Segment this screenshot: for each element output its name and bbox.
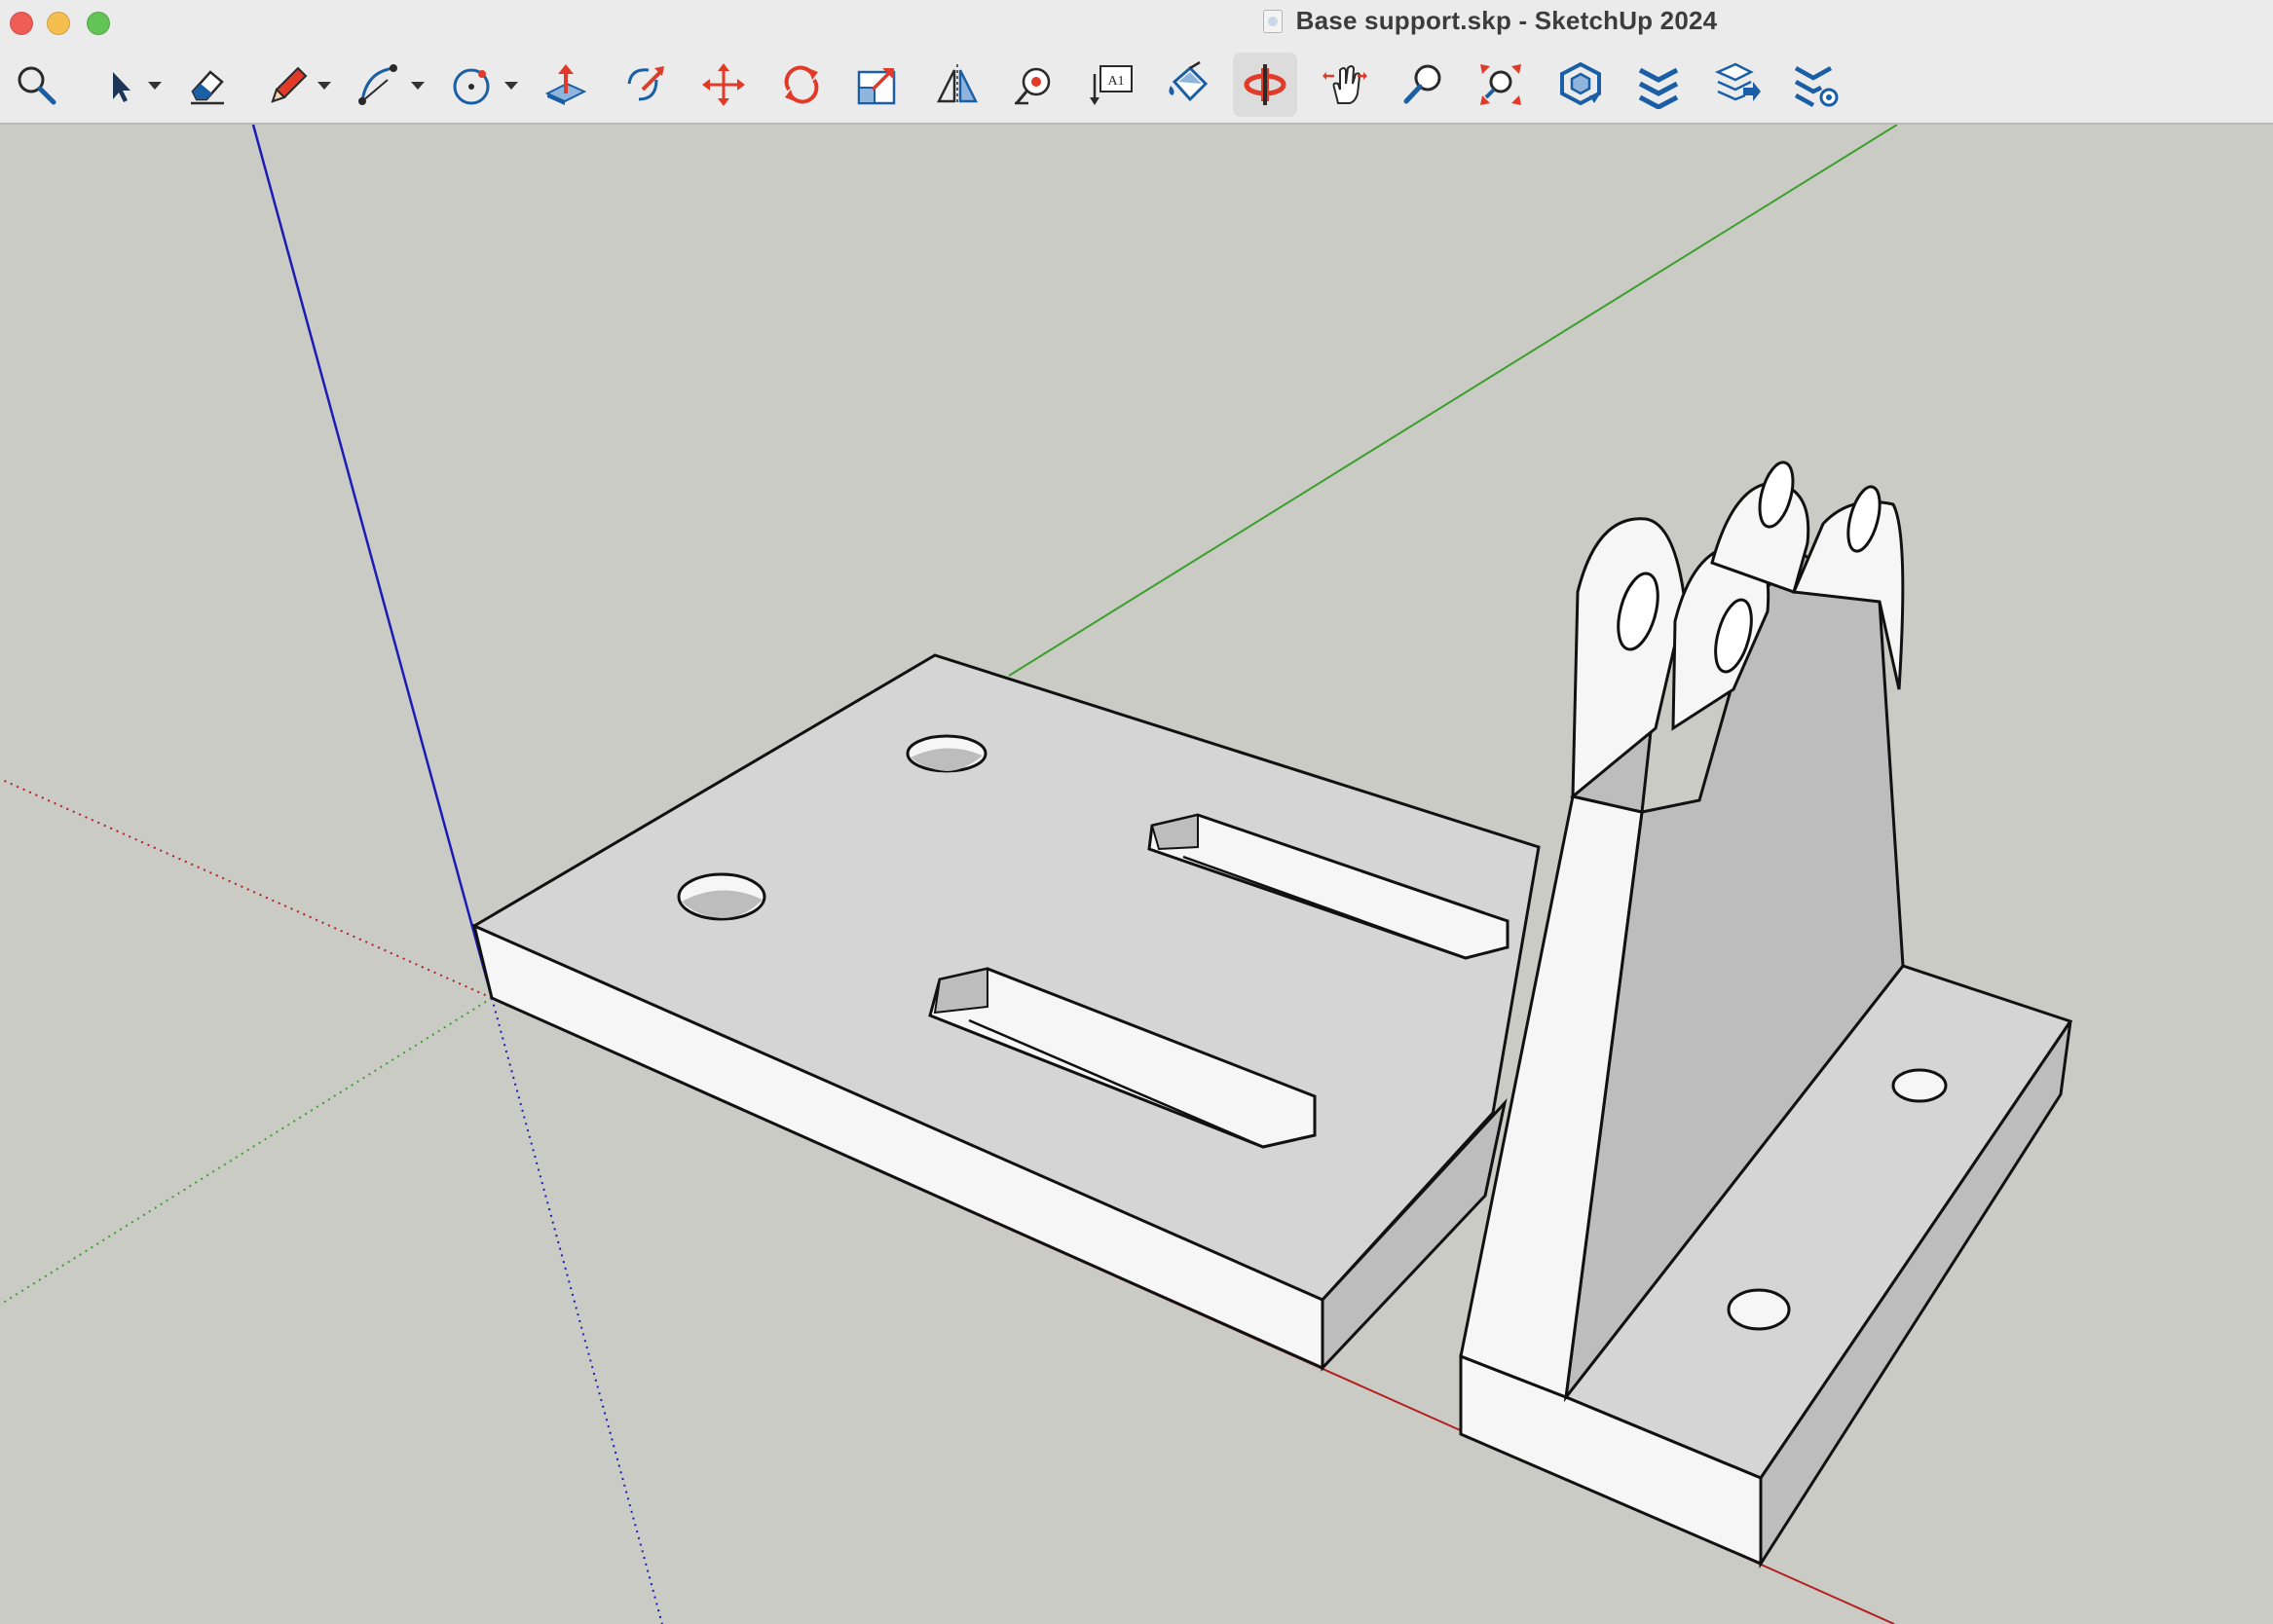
shapes-dropdown[interactable] — [504, 82, 518, 90]
scale-tool[interactable] — [845, 53, 910, 117]
paint-bucket-tool[interactable] — [1157, 53, 1221, 117]
extension-warehouse-icon — [1638, 67, 1679, 109]
blue-axis-negative — [491, 997, 663, 1624]
follow-me-icon — [627, 66, 664, 101]
text-tool[interactable]: A1 — [1079, 53, 1143, 117]
flip-icon — [936, 64, 979, 105]
close-button[interactable] — [10, 12, 33, 35]
paint-bucket-icon — [1169, 60, 1209, 102]
document-icon — [1262, 9, 1283, 33]
tape-measure-tool[interactable] — [1001, 53, 1065, 117]
green-axis-negative — [0, 997, 493, 1306]
scale-icon — [857, 68, 896, 105]
extension-warehouse-tool[interactable] — [1626, 53, 1691, 117]
push-pull-tool[interactable] — [534, 53, 598, 117]
push-pull-icon — [544, 64, 587, 105]
window-title: Base support.skp - SketchUp 2024 — [1295, 6, 1718, 35]
pan-tool[interactable] — [1313, 53, 1377, 117]
flip-tool[interactable] — [925, 53, 989, 117]
select-tool[interactable] — [84, 53, 148, 117]
zoom-tool[interactable] — [1391, 53, 1455, 117]
red-axis-negative — [0, 778, 493, 999]
move-icon — [702, 63, 745, 106]
send-to-layout-icon — [1714, 62, 1761, 101]
pan-hand-icon — [1323, 65, 1367, 104]
line-tool[interactable] — [255, 53, 319, 117]
modeling-viewport[interactable] — [0, 125, 2273, 1624]
flange-hole-1 — [1891, 1068, 1948, 1103]
rotate-icon — [784, 65, 819, 104]
flange-hole-2 — [1727, 1288, 1791, 1331]
orbit-icon — [1244, 64, 1286, 105]
bracket[interactable] — [1459, 459, 2073, 1569]
extension-manager-icon — [1794, 66, 1839, 107]
send-to-layout-tool[interactable] — [1706, 53, 1770, 117]
follow-me-tool[interactable] — [614, 53, 678, 117]
orbit-tool[interactable] — [1233, 53, 1297, 117]
text-tool-label: A1 — [1107, 74, 1124, 89]
arc-dropdown[interactable] — [411, 82, 425, 90]
extension-manager-tool[interactable] — [1784, 53, 1848, 117]
shapes-tool[interactable] — [440, 53, 504, 117]
zoom-extents-icon — [1480, 64, 1521, 105]
select-dropdown[interactable] — [148, 82, 162, 90]
minimize-button[interactable] — [47, 12, 70, 35]
tape-measure-icon — [1015, 67, 1051, 105]
arc-tool[interactable] — [345, 53, 409, 117]
base-plate[interactable] — [471, 653, 1541, 1372]
zoom-icon — [1403, 64, 1441, 104]
line-dropdown[interactable] — [317, 82, 331, 90]
eraser-tool[interactable] — [175, 53, 240, 117]
circle-icon — [453, 68, 490, 105]
zoom-button[interactable] — [87, 12, 110, 35]
search-tool[interactable] — [4, 53, 68, 117]
title-bar: Base support.skp - SketchUp 2024 — [0, 0, 2273, 47]
3d-warehouse-icon — [1560, 61, 1601, 106]
eraser-icon — [191, 70, 224, 105]
move-tool[interactable] — [691, 53, 756, 117]
arc-icon — [358, 64, 397, 105]
text-label-icon: A1 — [1090, 65, 1133, 105]
blue-axis — [251, 125, 494, 999]
zoom-extents-tool[interactable] — [1469, 53, 1533, 117]
rotate-tool[interactable] — [769, 53, 834, 117]
search-icon — [18, 66, 56, 105]
scene-3d[interactable] — [0, 125, 2273, 1624]
3d-warehouse-tool[interactable] — [1548, 53, 1613, 117]
pencil-icon — [271, 66, 308, 103]
select-arrow-icon — [113, 72, 130, 102]
main-toolbar: A1 — [0, 47, 2273, 125]
